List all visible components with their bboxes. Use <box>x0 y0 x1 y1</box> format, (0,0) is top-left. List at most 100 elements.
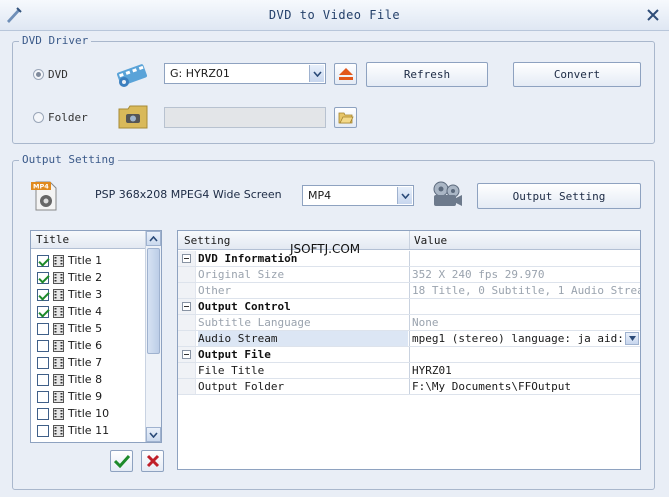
folder-radio-button[interactable] <box>33 112 44 123</box>
list-item[interactable]: Title 3 <box>37 286 102 303</box>
title-label: Title 2 <box>68 271 103 284</box>
property-value[interactable]: HYRZ01 <box>411 363 640 378</box>
film-icon <box>53 271 64 284</box>
property-value <box>411 299 640 314</box>
title-label: Title 7 <box>68 356 103 369</box>
title-label: Title 5 <box>68 322 103 335</box>
format-select[interactable]: MP4 <box>302 185 414 206</box>
property-name: Output Control <box>198 300 291 313</box>
title-checkbox[interactable] <box>37 271 49 284</box>
chevron-down-icon[interactable] <box>397 187 412 204</box>
grid-category-row[interactable]: DVD Information <box>178 251 640 267</box>
property-name: Original Size <box>198 268 285 281</box>
title-checkbox[interactable] <box>37 407 49 420</box>
title-checkbox[interactable] <box>37 339 49 352</box>
title-list[interactable]: Title Title 1 Title 2 Title 3 Title 4 Title … <box>30 230 162 443</box>
drive-select-value: G: HYRZ01 <box>170 67 230 80</box>
scroll-thumb[interactable] <box>147 248 160 354</box>
list-item[interactable]: Title 11 <box>37 422 109 439</box>
folder-camera-icon <box>118 105 148 129</box>
list-item[interactable]: Title 8 <box>37 371 102 388</box>
scroll-down-button[interactable] <box>146 427 161 442</box>
list-item[interactable]: Title 9 <box>37 388 102 405</box>
eject-icon <box>338 68 353 80</box>
title-checkbox[interactable] <box>37 424 49 437</box>
title-label: Title 1 <box>68 254 103 267</box>
output-setting-button[interactable]: Output Setting <box>477 183 641 209</box>
chevron-down-icon[interactable] <box>309 65 324 82</box>
format-select-value: MP4 <box>308 189 332 202</box>
scroll-up-button[interactable] <box>146 231 161 246</box>
grid-property-row[interactable]: Original Size 352 X 240 fps 29.970 <box>178 267 640 283</box>
property-value <box>411 347 640 362</box>
dvd-driver-group: DVD Driver <box>12 34 655 144</box>
dvd-radio-button[interactable] <box>33 69 44 80</box>
property-name: File Title <box>198 364 265 377</box>
list-item[interactable]: Title 4 <box>37 303 102 320</box>
folder-radio-label: Folder <box>48 111 88 124</box>
column-header-value[interactable]: Value <box>414 231 447 250</box>
eject-button[interactable] <box>334 63 357 85</box>
list-item[interactable]: Title 10 <box>37 405 109 422</box>
property-value[interactable]: None <box>411 315 640 330</box>
dvd-radio[interactable]: DVD <box>33 68 68 81</box>
property-name: Output File <box>198 348 271 361</box>
title-label: Title 3 <box>68 288 103 301</box>
convert-button[interactable]: Convert <box>513 62 641 87</box>
check-icon <box>113 454 130 468</box>
collapse-icon[interactable] <box>182 350 191 359</box>
cancel-button[interactable] <box>141 450 164 472</box>
property-value[interactable]: mpeg1 (stereo) language: ja aid: 0 <box>411 331 640 346</box>
title-checkbox[interactable] <box>37 356 49 369</box>
list-item[interactable]: Title 6 <box>37 337 102 354</box>
property-value[interactable]: F:\My Documents\FFOutput <box>411 379 640 394</box>
confirm-button[interactable] <box>110 450 133 472</box>
property-name: Other <box>198 284 232 297</box>
title-checkbox[interactable] <box>37 390 49 403</box>
folder-path-field[interactable] <box>164 107 326 128</box>
drive-select[interactable]: G: HYRZ01 <box>164 63 326 84</box>
collapse-icon[interactable] <box>182 254 191 263</box>
grid-category-row[interactable]: Output File <box>178 347 640 363</box>
settings-grid[interactable]: Setting Value DVD Information Original Si… <box>177 230 641 470</box>
list-item[interactable]: Title 7 <box>37 354 102 371</box>
chevron-down-icon[interactable] <box>625 332 639 345</box>
title-checkbox[interactable] <box>37 254 49 267</box>
title-checkbox[interactable] <box>37 322 49 335</box>
title-checkbox[interactable] <box>37 373 49 386</box>
film-icon <box>53 288 64 301</box>
grid-property-row[interactable]: Subtitle Language None <box>178 315 640 331</box>
grid-property-row[interactable]: Output Folder F:\My Documents\FFOutput <box>178 379 640 395</box>
film-icon <box>53 254 64 267</box>
dvd-driver-legend: DVD Driver <box>19 34 92 47</box>
property-value[interactable]: 18 Title, 0 Subtitle, 1 Audio Stream <box>411 283 640 298</box>
film-icon <box>53 407 64 420</box>
grid-property-row[interactable]: Audio Stream mpeg1 (stereo) language: ja … <box>178 331 640 347</box>
film-icon <box>53 322 64 335</box>
title-list-scrollbar[interactable] <box>145 231 161 442</box>
close-icon[interactable] <box>645 7 661 23</box>
title-checkbox[interactable] <box>37 288 49 301</box>
list-item[interactable]: Title 1 <box>37 252 102 269</box>
list-item[interactable]: Title 2 <box>37 269 102 286</box>
film-icon <box>53 305 64 318</box>
film-icon <box>53 424 64 437</box>
title-checkbox[interactable] <box>37 305 49 318</box>
cancel-icon <box>146 454 159 468</box>
grid-property-row[interactable]: Other 18 Title, 0 Subtitle, 1 Audio Strea… <box>178 283 640 299</box>
list-item[interactable]: Title 5 <box>37 320 102 337</box>
refresh-button[interactable]: Refresh <box>366 62 488 87</box>
film-camera-icon <box>433 181 462 206</box>
settings-grid-header: Setting Value <box>178 231 640 250</box>
film-icon <box>53 339 64 352</box>
film-icon <box>53 373 64 386</box>
collapse-icon[interactable] <box>182 302 191 311</box>
title-bar: DVD to Video File <box>0 0 669 31</box>
folder-radio[interactable]: Folder <box>33 111 88 124</box>
column-header-setting[interactable]: Setting <box>184 231 230 250</box>
title-list-header[interactable]: Title <box>31 231 145 249</box>
grid-category-row[interactable]: Output Control <box>178 299 640 315</box>
grid-property-row[interactable]: File Title HYRZ01 <box>178 363 640 379</box>
browse-folder-button[interactable] <box>334 107 357 128</box>
property-value[interactable]: 352 X 240 fps 29.970 <box>411 267 640 282</box>
